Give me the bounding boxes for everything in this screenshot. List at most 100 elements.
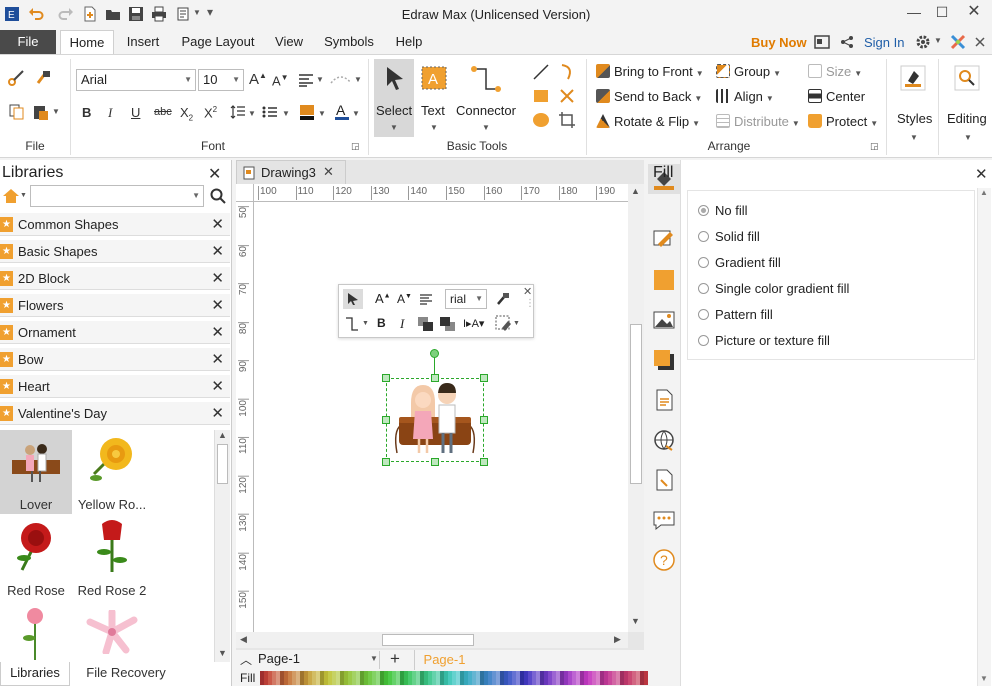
library-item-ornament[interactable]: ★ Ornament ✕ — [0, 320, 230, 344]
library-home-dropdown-arrow[interactable]: ▼ — [20, 192, 27, 199]
scroll-up-icon[interactable]: ▲ — [218, 430, 227, 440]
align-button[interactable]: Align ▼ — [716, 89, 774, 104]
resize-handle[interactable] — [382, 374, 390, 382]
font-dialog-launcher-icon[interactable]: ◲ — [351, 141, 360, 152]
image-icon[interactable] — [652, 308, 676, 332]
close-library-icon[interactable]: ✕ — [211, 323, 224, 341]
align-dropdown-arrow[interactable]: ▼ — [316, 75, 324, 84]
rectangle-tool-icon[interactable] — [532, 87, 550, 105]
close-libraries-icon[interactable]: ✕ — [208, 164, 221, 184]
format-painter-icon[interactable] — [34, 69, 52, 87]
mini-italic-icon[interactable]: I — [400, 316, 404, 332]
fill-panel-scrollbar[interactable]: ▲ ▼ — [977, 188, 991, 686]
highlight-dropdown-arrow[interactable]: ▼ — [318, 109, 326, 118]
scroll-down-icon[interactable]: ▼ — [218, 648, 227, 658]
theme-icon[interactable] — [950, 34, 966, 50]
strikethrough-icon[interactable]: abc — [154, 106, 172, 118]
shape-pink-flower[interactable] — [0, 602, 72, 662]
tab-view[interactable]: View — [268, 30, 310, 54]
mini-style-icon[interactable] — [495, 315, 513, 333]
tab-help[interactable]: Help — [388, 30, 430, 54]
ellipse-tool-icon[interactable] — [532, 111, 550, 129]
radio-single-color-gradient[interactable] — [698, 283, 709, 294]
scroll-down-icon[interactable]: ▼ — [631, 616, 640, 626]
add-page-icon[interactable]: + — [390, 649, 400, 669]
mini-connector-icon[interactable] — [343, 315, 361, 333]
resize-handle[interactable] — [431, 374, 439, 382]
library-search-icon[interactable] — [210, 188, 226, 204]
close-library-icon[interactable]: ✕ — [211, 269, 224, 287]
account-card-icon[interactable] — [814, 35, 830, 49]
cross-tool-icon[interactable] — [558, 87, 576, 105]
comment-icon[interactable] — [652, 508, 676, 532]
mini-align-icon[interactable] — [419, 293, 433, 305]
tab-page-layout[interactable]: Page Layout — [176, 30, 260, 54]
mini-decrease-font-icon[interactable]: A▼ — [397, 292, 412, 306]
editing-button[interactable]: Editing ▼ — [944, 61, 990, 149]
decrease-font-icon[interactable]: A▼ — [272, 73, 289, 88]
cut-icon[interactable] — [8, 69, 26, 87]
select-tool-button[interactable]: Select ▼ — [374, 59, 414, 137]
arc-tool-icon[interactable] — [558, 63, 576, 81]
radio-solid-fill[interactable] — [698, 231, 709, 242]
bold-icon[interactable]: B — [82, 105, 91, 120]
shape-lover[interactable]: Lover — [0, 430, 72, 514]
line-spacing-icon[interactable] — [230, 105, 246, 119]
page-properties-icon[interactable] — [652, 388, 676, 412]
library-item-heart[interactable]: ★ Heart ✕ — [0, 374, 230, 398]
library-scrollbar-thumb[interactable] — [217, 444, 228, 484]
canvas-horizontal-scrollbar[interactable]: ◀ ▶ — [236, 632, 628, 648]
bullets-icon[interactable] — [262, 105, 278, 119]
resize-handle[interactable] — [480, 374, 488, 382]
mini-send-back-icon[interactable] — [439, 316, 457, 332]
paste-dropdown-arrow[interactable]: ▼ — [52, 107, 60, 116]
font-name-select[interactable]: Arial ▼ — [76, 69, 196, 91]
help-icon[interactable]: ? — [652, 548, 676, 572]
shape-yellow-rose[interactable]: Yellow Ro... — [76, 430, 148, 514]
increase-font-icon[interactable]: A▲ — [249, 71, 267, 88]
group-button[interactable]: Group ▼ — [716, 64, 781, 79]
line-tool-icon[interactable] — [532, 63, 550, 81]
tab-home[interactable]: Home — [60, 30, 114, 54]
close-library-icon[interactable]: ✕ — [211, 215, 224, 233]
close-library-icon[interactable]: ✕ — [211, 242, 224, 260]
library-item-valentines-day[interactable]: ★ Valentine's Day ✕ — [0, 401, 230, 425]
library-item-common-shapes[interactable]: ★ Common Shapes ✕ — [0, 212, 230, 236]
drawing-page[interactable]: A▲ A▼ rial ▼ ✕ ⋮ ▼ B I I▸A▾ ▼ — [254, 202, 628, 632]
size-button[interactable]: Size ▼ — [808, 64, 862, 79]
rotate-flip-button[interactable]: Rotate & Flip ▼ — [596, 114, 700, 129]
fill-option-gradient[interactable]: Gradient fill — [698, 255, 781, 270]
styles-button[interactable]: Styles ▼ — [892, 61, 936, 149]
library-scrollbar[interactable]: ▲ ▼ — [214, 430, 230, 662]
paste-icon[interactable] — [32, 103, 50, 121]
radio-no-fill[interactable] — [698, 205, 709, 216]
mini-bold-icon[interactable]: B — [377, 316, 386, 330]
vertical-scroll-thumb[interactable] — [630, 324, 642, 484]
resize-handle[interactable] — [480, 416, 488, 424]
text-direction-icon[interactable] — [330, 73, 352, 87]
fill-option-no-fill[interactable]: No fill — [698, 203, 748, 218]
underline-icon[interactable]: U — [131, 105, 140, 120]
bullets-dropdown-arrow[interactable]: ▼ — [282, 109, 290, 118]
mini-style-dropdown-arrow[interactable]: ▼ — [513, 320, 520, 327]
crop-tool-icon[interactable] — [558, 111, 576, 129]
shape-lily[interactable] — [76, 602, 148, 662]
mini-bring-front-icon[interactable] — [417, 316, 435, 332]
radio-pattern-fill[interactable] — [698, 309, 709, 320]
shape-red-rose[interactable]: Red Rose — [0, 516, 72, 600]
shape-red-rose-2[interactable]: Red Rose 2 — [76, 516, 148, 600]
mini-font-select[interactable]: rial ▼ — [445, 289, 487, 309]
highlight-color-icon[interactable] — [298, 103, 316, 121]
library-item-bow[interactable]: ★ Bow ✕ — [0, 347, 230, 371]
collapse-ribbon-icon[interactable] — [974, 36, 986, 48]
mini-increase-font-icon[interactable]: A▲ — [375, 291, 391, 306]
fill-option-single-color-gradient[interactable]: Single color gradient fill — [698, 281, 849, 296]
share-icon[interactable] — [840, 35, 854, 49]
attachment-icon[interactable] — [652, 468, 676, 492]
library-item-flowers[interactable]: ★ Flowers ✕ — [0, 293, 230, 317]
send-to-back-button[interactable]: Send to Back ▼ — [596, 89, 702, 104]
line-style-icon[interactable] — [652, 228, 676, 252]
scroll-up-icon[interactable]: ▲ — [631, 186, 640, 196]
text-direction-dropdown-arrow[interactable]: ▼ — [354, 75, 362, 84]
font-color-dropdown-arrow[interactable]: ▼ — [352, 109, 360, 118]
